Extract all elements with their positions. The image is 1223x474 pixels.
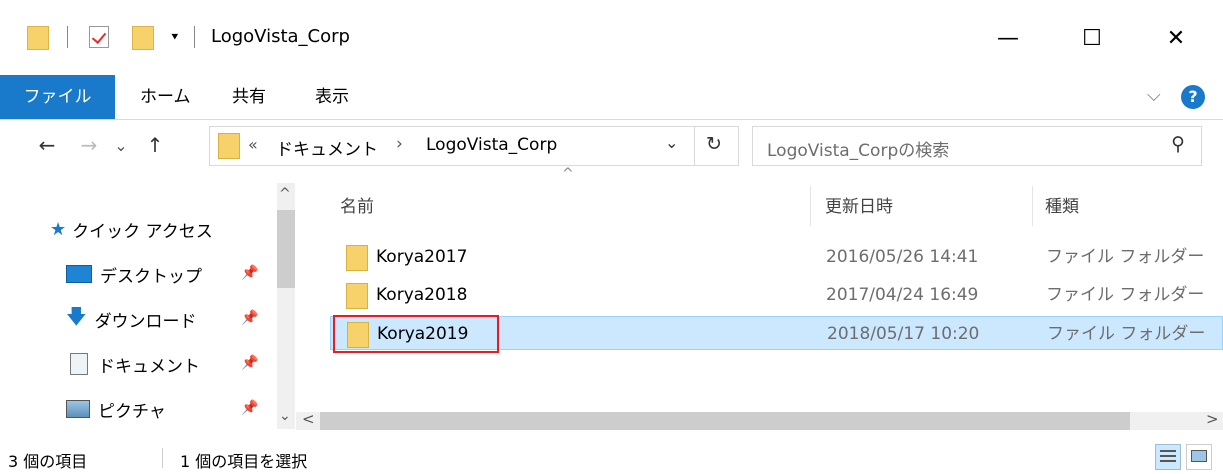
status-bar: 3 個の項目 1 個の項目を選択 — [0, 440, 1223, 474]
new-folder-icon[interactable] — [132, 26, 154, 50]
file-type: ファイル フォルダー — [1046, 285, 1205, 305]
tab-file[interactable]: ファイル — [0, 75, 115, 119]
sort-indicator: ^ — [562, 166, 574, 182]
scroll-up-arrow[interactable]: ^ — [279, 186, 291, 202]
forward-button[interactable]: → — [74, 130, 104, 160]
large-icons-view-button[interactable] — [1186, 444, 1212, 470]
toolbar-separator — [67, 26, 68, 48]
nav-label: ダウンロード — [94, 311, 197, 332]
file-row-selected[interactable]: Korya2019 2018/05/17 10:20 ファイル フォルダー — [330, 315, 1223, 353]
address-dropdown-icon[interactable]: ⌄ — [665, 133, 678, 152]
file-name: Korya2019 — [377, 324, 469, 344]
documents-icon — [70, 353, 88, 375]
details-view-icon — [1160, 450, 1176, 452]
nav-label: ドキュメント — [98, 356, 200, 377]
ribbon-expand-icon[interactable]: ⌵ — [1147, 85, 1161, 106]
star-icon: ★ — [50, 218, 67, 240]
nav-documents[interactable]: ドキュメント — [66, 346, 200, 382]
nav-label: デスクトップ — [100, 266, 202, 287]
divider — [162, 448, 163, 468]
nav-scrollbar-thumb[interactable] — [277, 210, 295, 288]
breadcrumb-documents[interactable]: ドキュメント — [276, 135, 378, 160]
recent-locations-button[interactable]: ⌄ — [106, 130, 136, 160]
customize-toolbar-dropdown[interactable]: ⯆ — [170, 26, 180, 48]
address-bar[interactable]: « ドキュメント › LogoVista_Corp ⌄ ↻ — [209, 126, 739, 166]
scroll-down-arrow[interactable]: ⌄ — [279, 408, 291, 424]
column-header-type[interactable]: 種類 — [1045, 190, 1079, 224]
search-placeholder: LogoVista_Corpの検索 — [767, 141, 950, 161]
selected-count: 1 個の項目を選択 — [180, 452, 308, 471]
file-date: 2017/04/24 16:49 — [826, 285, 979, 305]
folder-icon — [346, 245, 368, 271]
nav-label: ピクチャ — [98, 401, 166, 422]
file-row[interactable]: Korya2018 2017/04/24 16:49 ファイル フォルダー — [330, 278, 1223, 312]
file-row[interactable]: Korya2017 2016/05/26 14:41 ファイル フォルダー — [330, 240, 1223, 274]
download-icon: 🡇 — [66, 304, 87, 328]
title-bar: ⯆ LogoVista_Corp — ☐ ✕ — [0, 0, 1223, 75]
file-name: Korya2018 — [376, 285, 468, 305]
file-name: Korya2017 — [376, 247, 468, 267]
toolbar-separator — [194, 26, 195, 48]
breadcrumb-current[interactable]: LogoVista_Corp — [426, 135, 557, 155]
minimize-button[interactable]: — — [978, 8, 1038, 68]
maximize-button[interactable]: ☐ — [1062, 8, 1122, 68]
nav-pictures[interactable]: ピクチャ — [66, 391, 166, 427]
navigation-pane: ★ クイック アクセス デスクトップ 📌 🡇 ダウンロード 📌 ドキュメント 📌… — [0, 183, 295, 429]
nav-label: クイック アクセス — [72, 221, 213, 242]
folder-icon[interactable] — [27, 26, 49, 50]
column-divider[interactable] — [1032, 186, 1033, 226]
file-date: 2018/05/17 10:20 — [827, 324, 980, 344]
scroll-right-arrow[interactable]: > — [1206, 410, 1219, 428]
pin-icon[interactable]: 📌 — [241, 355, 258, 371]
divider — [694, 127, 695, 165]
pin-icon[interactable]: 📌 — [241, 310, 258, 326]
nav-desktop[interactable]: デスクトップ — [66, 256, 202, 292]
tab-share[interactable]: 共有 — [232, 75, 266, 119]
breadcrumb-separator[interactable]: › — [396, 134, 403, 154]
help-icon[interactable]: ? — [1181, 85, 1205, 109]
tab-home[interactable]: ホーム — [140, 75, 191, 119]
details-view-button[interactable] — [1155, 444, 1181, 470]
search-icon[interactable]: ⚲ — [1171, 133, 1185, 155]
refresh-icon[interactable]: ↻ — [706, 133, 722, 155]
pin-icon[interactable]: 📌 — [241, 400, 258, 416]
pictures-icon — [66, 400, 90, 418]
nav-downloads[interactable]: 🡇 ダウンロード — [66, 301, 197, 337]
folder-icon — [346, 283, 368, 309]
overflow-chevron[interactable]: « — [248, 135, 258, 154]
column-header-name[interactable]: 名前 — [340, 190, 374, 224]
nav-quick-access[interactable]: ★ クイック アクセス — [50, 211, 213, 247]
search-input[interactable]: LogoVista_Corpの検索 ⚲ — [752, 126, 1202, 166]
horizontal-scrollbar-thumb[interactable] — [320, 412, 1130, 430]
file-type: ファイル フォルダー — [1046, 247, 1205, 267]
file-date: 2016/05/26 14:41 — [826, 247, 979, 267]
up-button[interactable]: ↑ — [140, 130, 170, 160]
scroll-left-arrow[interactable]: < — [302, 410, 315, 428]
properties-check-icon[interactable] — [89, 26, 109, 48]
file-type: ファイル フォルダー — [1047, 324, 1206, 344]
pin-icon[interactable]: 📌 — [241, 265, 258, 281]
ribbon-tabs: ファイル ホーム 共有 表示 ⌵ ? — [0, 75, 1223, 120]
desktop-icon — [66, 265, 92, 283]
large-icons-view-icon — [1191, 450, 1207, 462]
window-title: LogoVista_Corp — [211, 26, 350, 47]
folder-icon — [218, 133, 240, 159]
folder-icon — [347, 322, 369, 348]
close-button[interactable]: ✕ — [1146, 8, 1206, 68]
column-divider[interactable] — [810, 186, 811, 226]
tab-view[interactable]: 表示 — [315, 75, 349, 119]
item-count: 3 個の項目 — [8, 452, 88, 471]
column-header-date[interactable]: 更新日時 — [825, 190, 893, 224]
back-button[interactable]: ← — [32, 130, 62, 160]
